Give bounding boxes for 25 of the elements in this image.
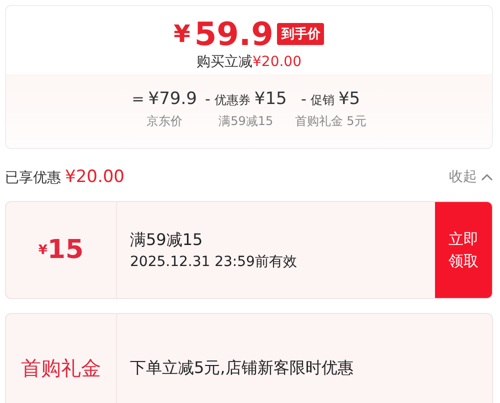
final-price: 59.9 — [194, 16, 274, 52]
amount-caption: 满59减15 — [218, 113, 274, 130]
operator-sign: - — [301, 90, 306, 108]
discount-label: 优惠券 — [214, 92, 250, 109]
amount-caption: 首购礼金 5元 — [294, 113, 366, 130]
collapse-toggle[interactable]: 收起 — [449, 168, 493, 186]
gift-description: 下单立减5元,店铺新客限时优惠 — [130, 358, 354, 378]
discount-label: 促销 — [310, 92, 334, 109]
amount: ¥79.9 — [148, 89, 197, 109]
amount-caption: 京东价 — [146, 113, 182, 130]
amount: ¥15 — [254, 89, 287, 109]
amount: ¥5 — [338, 89, 360, 109]
gift-label: 首购礼金 — [21, 354, 101, 382]
coupon-value: 15 — [47, 235, 84, 265]
benefit-title: 已享优惠 — [5, 169, 61, 187]
coupon-title: 满59减15 — [130, 230, 204, 250]
benefit-amount: ¥20.00 — [65, 167, 124, 187]
price-tag: 到手价 — [277, 23, 324, 45]
currency-symbol: ¥ — [38, 242, 48, 258]
claim-button[interactable]: 立即领取 — [435, 202, 492, 298]
operator-sign: - — [204, 90, 210, 108]
saving-text: 购买立减¥20.00 — [196, 53, 302, 71]
currency-symbol: ¥ — [174, 20, 190, 48]
operator-sign: = — [132, 90, 144, 108]
validity-text: 2025.12.31 23:59前有效 — [130, 252, 298, 270]
